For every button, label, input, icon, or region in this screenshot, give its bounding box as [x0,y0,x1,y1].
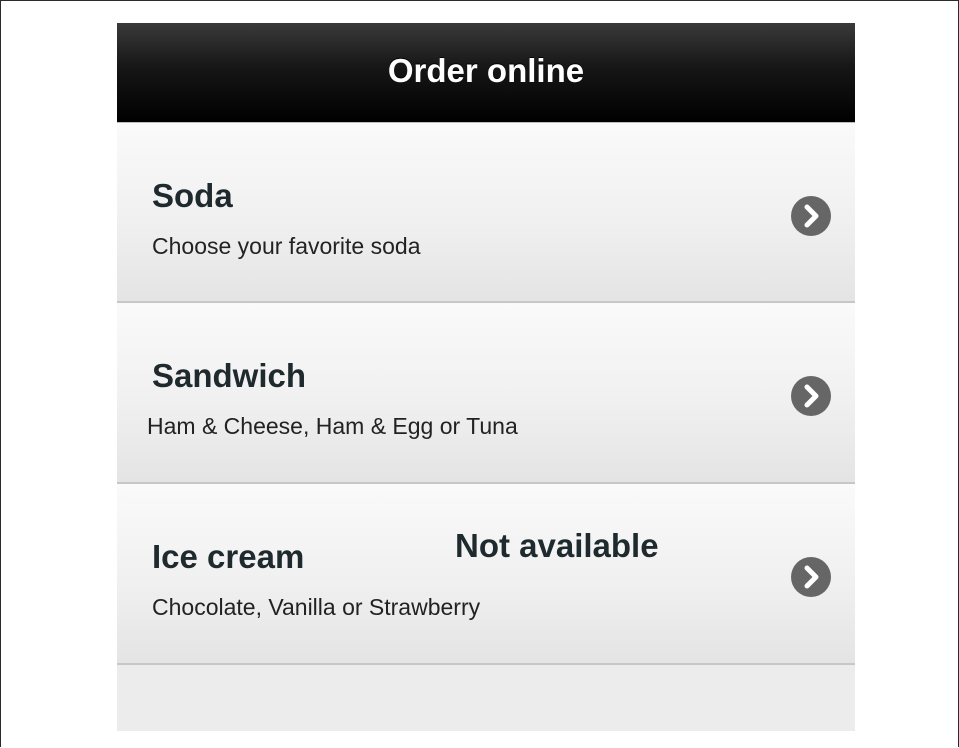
item-subtitle: Choose your favorite soda [152,233,421,259]
list-footer-area [117,666,855,731]
list-item-sandwich[interactable]: Sandwich Ham & Cheese, Ham & Egg or Tuna [117,303,855,484]
item-subtitle: Chocolate, Vanilla or Strawberry [152,594,481,620]
mobile-app-screen: Order online Soda Choose your favorite s… [117,23,855,731]
chevron-right-icon[interactable] [791,196,831,236]
chevron-right-icon[interactable] [791,557,831,597]
item-title: Soda [152,177,233,214]
list-item-soda[interactable]: Soda Choose your favorite soda [117,122,855,303]
item-title: Sandwich [152,357,307,394]
app-header: Order online [117,23,855,122]
menu-list: Soda Choose your favorite soda Sandwich … [117,122,855,665]
chevron-right-icon[interactable] [791,376,831,416]
availability-note: Not available [455,527,659,564]
item-subtitle: Ham & Cheese, Ham & Egg or Tuna [147,413,518,439]
page-title: Order online [387,51,585,89]
list-item-ice-cream[interactable]: Ice cream Not available Chocolate, Vanil… [117,484,855,665]
item-title: Ice cream [152,538,305,575]
